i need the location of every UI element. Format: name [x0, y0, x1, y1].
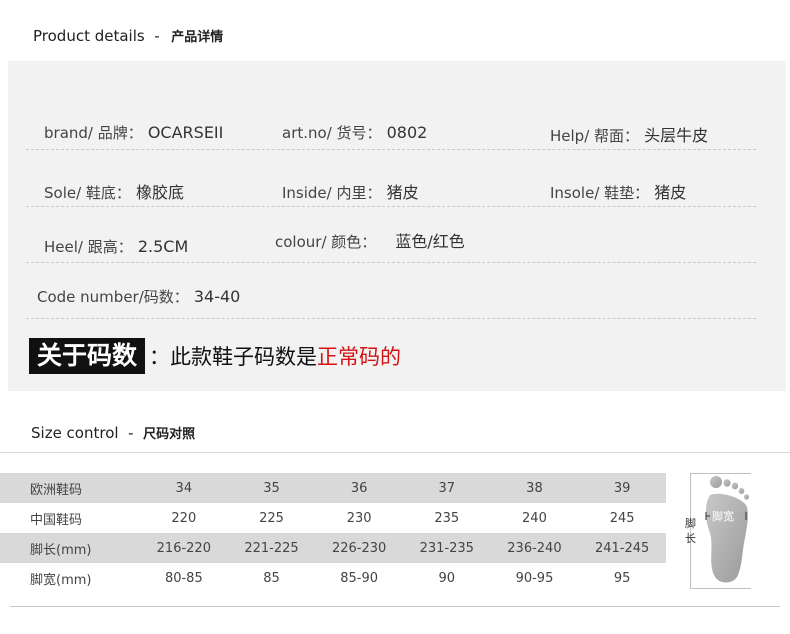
bottom-rule — [10, 606, 780, 607]
table-cell: 35 — [227, 473, 316, 503]
table-cell: 34 — [140, 473, 228, 503]
field-code-number-label: Code number/码数： — [37, 288, 189, 306]
field-help-value: 头层牛皮 — [644, 126, 709, 145]
field-sole-label: Sole/ 鞋底： — [44, 184, 131, 202]
field-colour-label: colour/ 颜色： — [275, 233, 377, 251]
field-heel-value: 2.5CM — [137, 237, 189, 256]
table-cell: 226-230 — [315, 533, 403, 563]
about-size-text-black: 此款鞋子码数是 — [170, 345, 318, 369]
size-table: 欧洲鞋码 34 35 36 37 38 39 中国鞋码 220 225 230 … — [0, 473, 666, 593]
row-header: 欧洲鞋码 — [0, 473, 140, 503]
foot-length-label: 脚长 — [685, 517, 696, 545]
table-cell: 90 — [402, 563, 491, 593]
foot-icon — [705, 476, 749, 583]
size-control-title-en: Size control — [31, 424, 119, 442]
product-details-title-sep: - — [154, 27, 160, 45]
field-colour-value: 蓝色/红色 — [395, 232, 465, 251]
field-sole-value: 橡胶底 — [136, 183, 185, 202]
table-cell: 36 — [315, 473, 403, 503]
field-heel-label: Heel/ 跟高： — [44, 238, 133, 256]
field-code-number-value: 34-40 — [193, 287, 241, 306]
table-row: 欧洲鞋码 34 35 36 37 38 39 — [0, 473, 666, 503]
table-cell: 216-220 — [140, 533, 228, 563]
table-cell: 39 — [578, 473, 666, 503]
table-cell: 241-245 — [578, 533, 666, 563]
field-code-number: Code number/码数： 34-40 — [37, 286, 240, 307]
size-control-title-sep: - — [128, 424, 134, 442]
table-cell: 85-90 — [315, 563, 403, 593]
table-cell: 235 — [402, 503, 491, 533]
table-cell: 38 — [490, 473, 579, 503]
table-cell: 221-225 — [227, 533, 316, 563]
field-heel: Heel/ 跟高： 2.5CM — [44, 236, 188, 257]
divider — [26, 262, 756, 263]
field-insole-value: 猪皮 — [654, 183, 687, 202]
table-cell: 240 — [490, 503, 579, 533]
divider — [26, 149, 756, 150]
table-cell: 225 — [227, 503, 316, 533]
table-cell: 90-95 — [490, 563, 579, 593]
table-cell: 236-240 — [490, 533, 579, 563]
foot-width-marker-icon — [705, 512, 747, 520]
field-brand-value: OCARSEII — [147, 123, 224, 142]
row-header: 中国鞋码 — [0, 503, 140, 533]
table-cell: 37 — [402, 473, 491, 503]
table-row: 中国鞋码 220 225 230 235 240 245 — [0, 503, 666, 533]
field-art-no-value: 0802 — [386, 123, 428, 142]
field-inside: Inside/ 内里： 猪皮 — [282, 179, 419, 203]
table-row: 脚长(mm) 216-220 221-225 226-230 231-235 2… — [0, 533, 666, 563]
field-art-no-label: art.no/ 货号： — [282, 124, 382, 142]
field-sole: Sole/ 鞋底： 橡胶底 — [44, 179, 184, 203]
field-inside-label: Inside/ 内里： — [282, 184, 382, 202]
product-details-title-zh: 产品详情 — [171, 30, 224, 45]
field-art-no: art.no/ 货号： 0802 — [282, 122, 427, 143]
size-control-title-zh: 尺码对照 — [143, 427, 196, 442]
about-size-text-red: 正常码的 — [317, 345, 402, 369]
product-details-title: Product details - 产品详情 — [33, 26, 223, 45]
row-header: 脚长(mm) — [0, 533, 140, 563]
table-cell: 80-85 — [140, 563, 228, 593]
divider — [26, 318, 756, 319]
row-header: 脚宽(mm) — [0, 563, 140, 593]
about-size-text: ：此款鞋子码数是正常码的 — [149, 341, 401, 371]
table-cell: 85 — [227, 563, 316, 593]
table-row: 脚宽(mm) 80-85 85 85-90 90 90-95 95 — [0, 563, 666, 593]
product-details-title-en: Product details — [33, 27, 145, 45]
divider — [26, 206, 756, 207]
size-control-title: Size control - 尺码对照 — [31, 423, 195, 442]
field-help: Help/ 帮面： 头层牛皮 — [550, 122, 708, 146]
size-control-rule — [0, 452, 790, 453]
field-help-label: Help/ 帮面： — [550, 127, 640, 145]
about-size-label: 关于码数 — [29, 338, 146, 374]
field-brand-label: brand/ 品牌： — [44, 124, 143, 142]
table-cell: 231-235 — [402, 533, 491, 563]
field-inside-value: 猪皮 — [386, 183, 419, 202]
table-cell: 95 — [578, 563, 666, 593]
field-insole: Insole/ 鞋垫： 猪皮 — [550, 179, 686, 203]
table-cell: 245 — [578, 503, 666, 533]
field-insole-label: Insole/ 鞋垫： — [550, 184, 650, 202]
about-size-note: 关于码数 ：此款鞋子码数是正常码的 — [29, 338, 401, 374]
table-cell: 220 — [140, 503, 228, 533]
field-colour: colour/ 颜色： 蓝色/红色 — [275, 228, 465, 252]
about-size-colon: ： — [149, 345, 171, 369]
table-cell: 230 — [315, 503, 403, 533]
field-brand: brand/ 品牌： OCARSEII — [44, 122, 223, 143]
